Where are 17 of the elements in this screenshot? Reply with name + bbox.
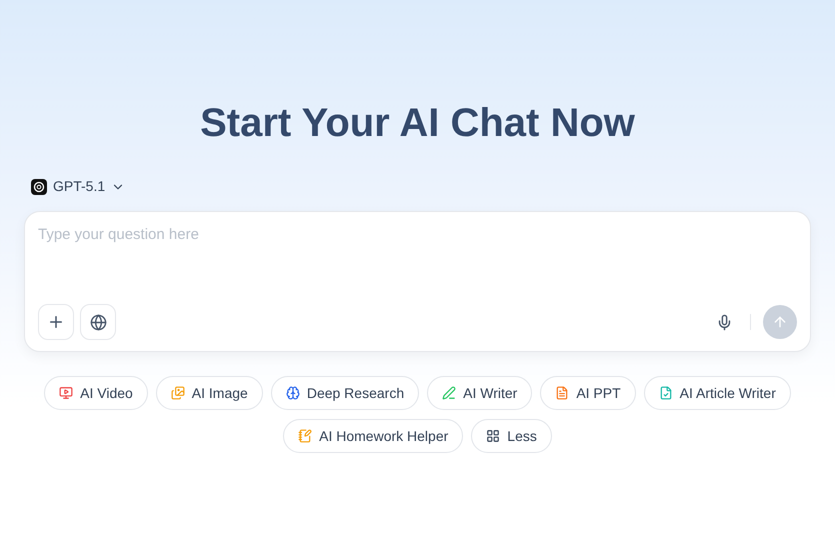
arrow-up-icon xyxy=(772,314,788,330)
feature-chip[interactable]: AI Writer xyxy=(427,376,532,410)
feature-chip[interactable]: Deep Research xyxy=(270,376,420,410)
feature-chip[interactable]: AI PPT xyxy=(540,376,636,410)
question-input[interactable]: Type your question here xyxy=(38,224,797,304)
chat-composer[interactable]: Type your question here xyxy=(24,211,811,352)
feature-chip[interactable]: Less xyxy=(471,419,552,453)
feature-chip[interactable]: AI Homework Helper xyxy=(283,419,464,453)
feature-chip[interactable]: AI Article Writer xyxy=(644,376,791,410)
feature-chip[interactable]: AI Video xyxy=(44,376,148,410)
plus-icon xyxy=(47,313,65,331)
model-selector[interactable]: GPT-5.1 xyxy=(53,176,126,197)
globe-icon xyxy=(90,314,106,330)
feature-chip[interactable]: AI Image xyxy=(156,376,263,410)
web-search-button[interactable] xyxy=(80,304,116,340)
page-title: Start Your AI Chat Now xyxy=(200,100,635,147)
logo-icon xyxy=(31,178,47,194)
